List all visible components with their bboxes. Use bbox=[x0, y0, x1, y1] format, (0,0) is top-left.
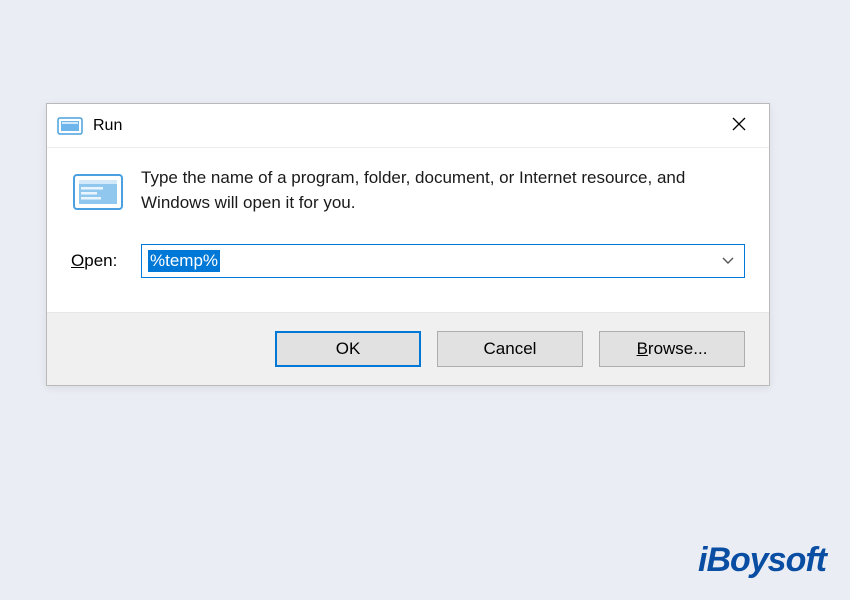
browse-button[interactable]: Browse... bbox=[599, 331, 745, 367]
run-dialog: Run Type the name of bbox=[46, 103, 770, 386]
run-icon-large bbox=[71, 166, 125, 218]
open-label: Open: bbox=[71, 251, 125, 271]
run-icon-small bbox=[57, 116, 83, 136]
open-combobox[interactable]: %temp% bbox=[141, 244, 745, 278]
cancel-button-label: Cancel bbox=[484, 339, 537, 359]
chevron-down-icon bbox=[718, 257, 738, 265]
ok-button[interactable]: OK bbox=[275, 331, 421, 367]
dialog-title: Run bbox=[93, 117, 719, 135]
close-button[interactable] bbox=[719, 106, 759, 146]
close-icon bbox=[731, 116, 747, 136]
open-input-value: %temp% bbox=[148, 250, 220, 272]
dialog-description: Type the name of a program, folder, docu… bbox=[141, 166, 745, 215]
watermark-logo: iBoysoft bbox=[698, 541, 826, 580]
browse-button-label: Browse... bbox=[637, 339, 708, 359]
cancel-button[interactable]: Cancel bbox=[437, 331, 583, 367]
button-row: OK Cancel Browse... bbox=[47, 312, 769, 385]
dialog-body: Type the name of a program, folder, docu… bbox=[47, 148, 769, 312]
ok-button-label: OK bbox=[336, 339, 361, 359]
titlebar: Run bbox=[47, 104, 769, 148]
